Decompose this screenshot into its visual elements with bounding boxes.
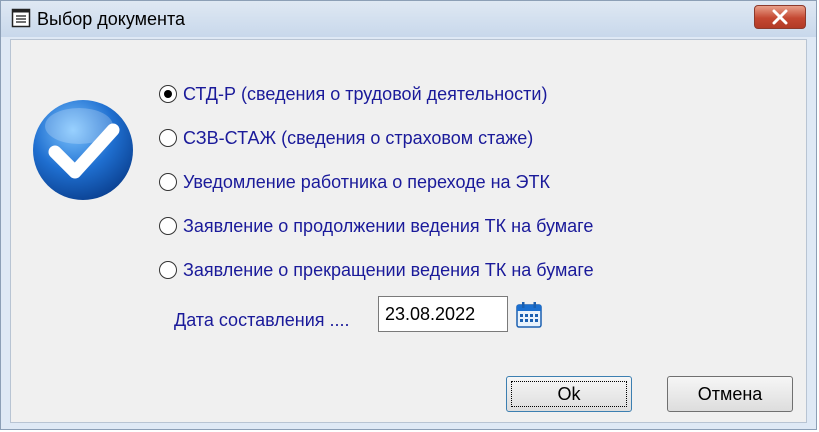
calendar-icon (516, 302, 542, 328)
option-label: Заявление о прекращении ведения ТК на бу… (183, 259, 594, 280)
focus-rect (511, 381, 627, 407)
option-std-r[interactable]: СТД-Р (сведения о трудовой деятельности) (159, 72, 594, 116)
option-label: Заявление о продолжении ведения ТК на бу… (183, 215, 594, 236)
option-stop-paper[interactable]: Заявление о прекращении ведения ТК на бу… (159, 248, 594, 292)
date-input[interactable] (378, 296, 508, 332)
radio-etk-notice[interactable] (159, 173, 177, 191)
radio-continue-paper[interactable] (159, 217, 177, 235)
close-icon (772, 9, 788, 25)
option-label: СТД-Р (сведения о трудовой деятельности) (183, 83, 548, 104)
radio-stop-paper[interactable] (159, 261, 177, 279)
date-label: Дата составления .... (174, 310, 350, 330)
cancel-button-label: Отмена (697, 383, 763, 404)
radio-szv-stazh[interactable] (159, 129, 177, 147)
checkmark-icon (33, 100, 133, 200)
document-selection-dialog: Выбор документа СТД-Р (сведения о трудов… (0, 0, 817, 430)
calendar-button[interactable] (514, 300, 544, 330)
close-button[interactable] (754, 5, 806, 29)
dialog-content: СТД-Р (сведения о трудовой деятельности)… (10, 39, 807, 423)
option-szv-stazh[interactable]: СЗВ-СТАЖ (сведения о страховом стаже) (159, 116, 594, 160)
window-title: Выбор документа (37, 9, 186, 29)
ok-button[interactable]: Ok (506, 376, 632, 412)
title-bar[interactable]: Выбор документа (1, 1, 816, 37)
document-type-options: СТД-Р (сведения о трудовой деятельности)… (159, 72, 594, 292)
option-label: СЗВ-СТАЖ (сведения о страховом стаже) (183, 127, 534, 148)
option-label: Уведомление работника о переходе на ЭТК (183, 171, 550, 192)
option-continue-paper[interactable]: Заявление о продолжении ведения ТК на бу… (159, 204, 594, 248)
radio-std-r[interactable] (159, 85, 177, 103)
option-etk-notice[interactable]: Уведомление работника о переходе на ЭТК (159, 160, 594, 204)
document-icon (11, 8, 31, 28)
cancel-button[interactable]: Отмена (667, 376, 793, 412)
